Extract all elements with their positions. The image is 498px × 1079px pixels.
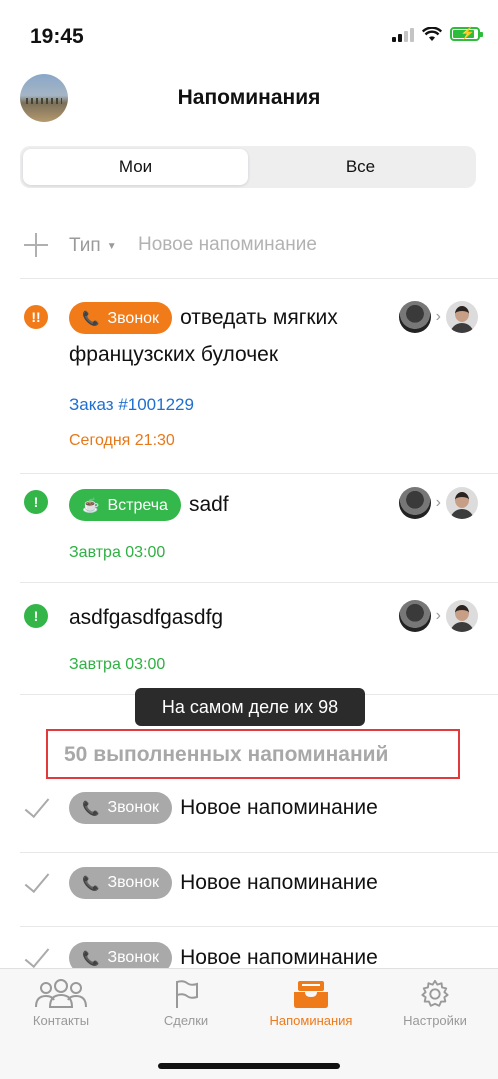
- reminder-body: 📞 Звонок отведать мягких французских булоч…: [69, 299, 389, 373]
- order-link[interactable]: Заказ #1001229: [69, 395, 194, 415]
- type-label: Тип: [69, 235, 101, 256]
- type-dropdown[interactable]: Тип ▼: [69, 235, 117, 257]
- assignees[interactable]: ›: [398, 600, 478, 632]
- tag-label: Звонок: [107, 949, 160, 966]
- completed-text: Новое напоминание: [180, 871, 378, 894]
- tag-label: Звонок: [107, 874, 160, 891]
- completed-body: 📞 Звонок Новое напоминание: [69, 792, 378, 824]
- page-title: Напоминания: [177, 86, 321, 109]
- gear-icon: [421, 979, 449, 1007]
- battery-icon: ⚡: [450, 26, 483, 41]
- tab-label: Контакты: [32, 1013, 90, 1028]
- status-bar: 19:45 ⚡: [0, 0, 498, 60]
- segmented-control: Мои Все: [20, 146, 476, 188]
- divider: [20, 582, 498, 583]
- tab-settings[interactable]: Настройки: [385, 979, 485, 1028]
- tag-label: Звонок: [107, 799, 160, 816]
- tag-call[interactable]: 📞 Звонок: [69, 302, 173, 335]
- phone-icon: 📞: [82, 309, 100, 326]
- assignee-avatar: [446, 301, 478, 333]
- new-reminder-input[interactable]: [138, 232, 468, 258]
- assignees[interactable]: ›: [398, 301, 478, 333]
- inbox-icon: [294, 981, 328, 1008]
- chevron-right-icon: ›: [435, 494, 441, 511]
- chevron-right-icon: ›: [435, 308, 441, 325]
- tab-deals[interactable]: Сделки: [136, 979, 236, 1028]
- tab-label: Сделки: [163, 1013, 209, 1028]
- tab-contacts[interactable]: Контакты: [11, 979, 111, 1028]
- status-icons: ⚡: [392, 26, 483, 42]
- tag-label: Встреча: [107, 496, 168, 514]
- completed-item[interactable]: 📞 Звонок Новое напоминание: [0, 852, 498, 924]
- tag-call: 📞 Звонок: [69, 792, 173, 824]
- contacts-icon: [35, 979, 87, 1008]
- plus-icon[interactable]: [24, 233, 48, 257]
- reminder-item[interactable]: !! 📞 Звонок отведать мягких французских бу…: [0, 288, 498, 473]
- assignee-avatar: [446, 600, 478, 632]
- cup-icon: ☕: [82, 496, 100, 513]
- caret-down-icon: ▼: [106, 240, 117, 252]
- reminder-item[interactable]: ! asdfgasdfgasdfg Завтра 03:00 ›: [0, 586, 498, 694]
- tab-bar: Контакты Сделки Напоминания Настройки: [0, 968, 498, 1079]
- divider: [20, 278, 498, 279]
- tab-all[interactable]: Все: [248, 149, 473, 185]
- assignees[interactable]: ›: [398, 487, 478, 519]
- reminder-body: ☕ Встреча sadf: [69, 486, 389, 523]
- reminder-date: Сегодня 21:30: [69, 432, 175, 449]
- reminder-date: Завтра 03:00: [69, 656, 166, 673]
- reminder-text: sadf: [188, 493, 229, 516]
- phone-icon: 📞: [82, 799, 100, 816]
- tag-meeting[interactable]: ☕ Встреча: [69, 489, 181, 522]
- phone-icon: 📞: [82, 874, 100, 891]
- checkmark-icon[interactable]: [23, 795, 49, 821]
- assignee-avatar: [446, 487, 478, 519]
- tag-label: Звонок: [107, 309, 160, 327]
- completed-text: Новое напоминание: [180, 796, 378, 819]
- phone-icon: 📞: [82, 949, 100, 966]
- header: Напоминания: [0, 60, 498, 135]
- chevron-right-icon: ›: [435, 607, 441, 624]
- status-time: 19:45: [30, 25, 84, 48]
- reminder-text: asdfgasdfgasdfg: [69, 606, 224, 629]
- wifi-icon: [422, 26, 442, 41]
- flag-icon: [176, 980, 198, 1008]
- tab-label: Напоминания: [269, 1013, 353, 1028]
- signal-icon: [392, 26, 414, 42]
- tag-call: 📞 Звонок: [69, 867, 173, 899]
- checkmark-icon[interactable]: [23, 870, 49, 896]
- completed-highlight[interactable]: 50 выполненных напоминаний: [46, 729, 460, 779]
- home-indicator: [158, 1063, 340, 1069]
- priority-icon: !: [24, 490, 48, 514]
- priority-icon: !: [24, 604, 48, 628]
- reminder-date: Завтра 03:00: [69, 544, 166, 561]
- author-avatar: [398, 600, 431, 632]
- priority-high-icon: !!: [24, 305, 48, 329]
- completed-text: Новое напоминание: [180, 946, 378, 969]
- completed-item[interactable]: 📞 Звонок Новое напоминание: [0, 777, 498, 849]
- completed-body: 📞 Звонок Новое напоминание: [69, 867, 378, 899]
- author-avatar: [398, 487, 431, 519]
- new-reminder-row: Тип ▼: [0, 222, 498, 270]
- tab-mine[interactable]: Мои: [23, 149, 248, 185]
- completed-count: 50 выполненных напоминаний: [64, 743, 389, 766]
- tab-label: Настройки: [403, 1013, 467, 1028]
- author-avatar: [398, 301, 431, 333]
- reminder-item[interactable]: ! ☕ Встреча sadf Завтра 03:00 ›: [0, 474, 498, 582]
- tab-reminders[interactable]: Напоминания: [261, 979, 361, 1028]
- tooltip: На самом деле их 98: [135, 688, 365, 726]
